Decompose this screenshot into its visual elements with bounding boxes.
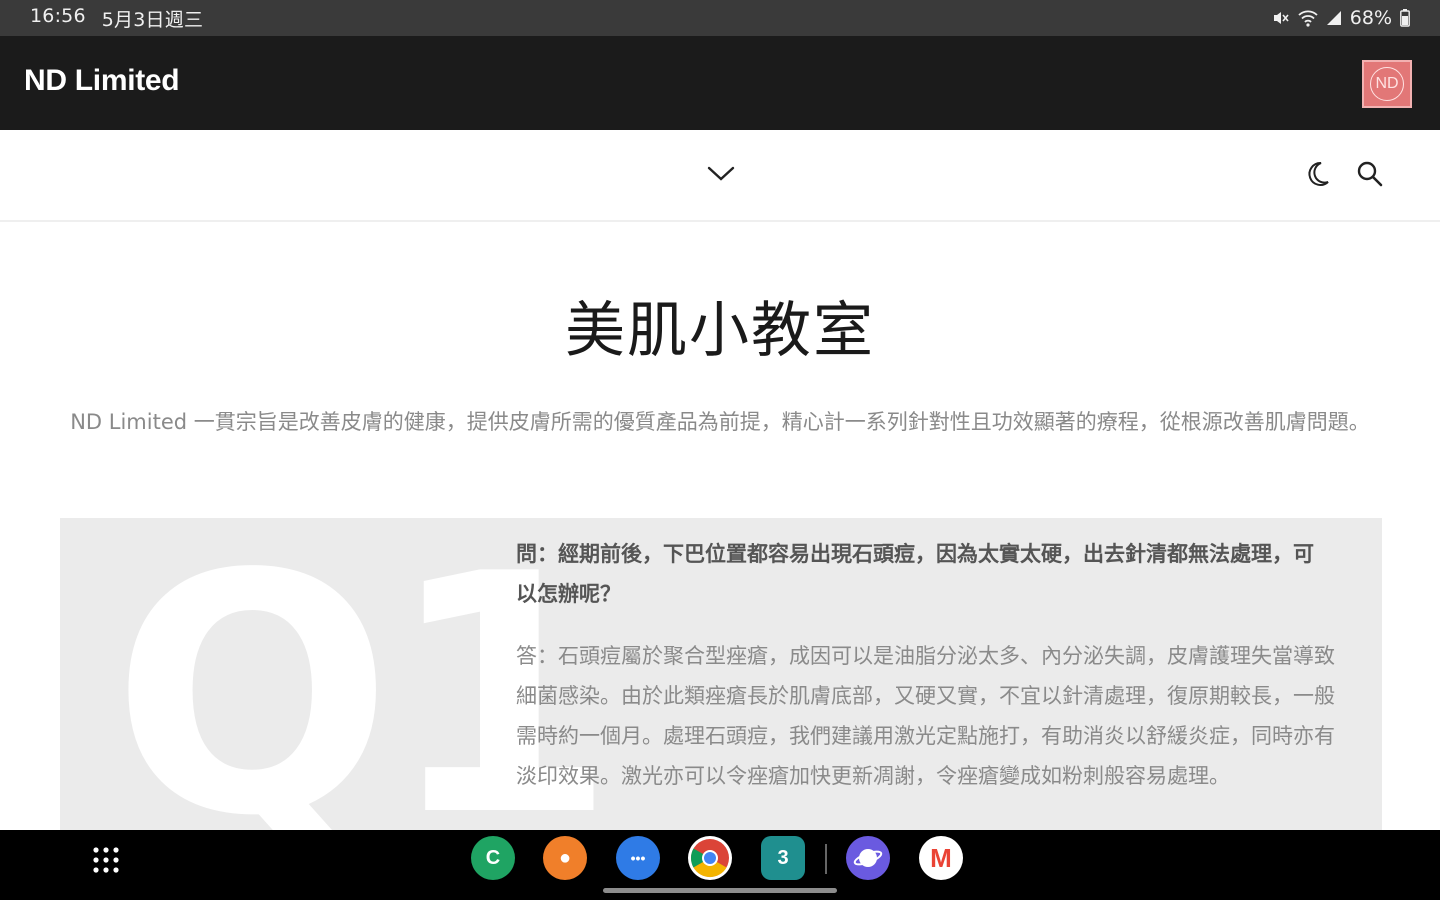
- avatar[interactable]: ND: [1362, 60, 1412, 108]
- signal-icon: [1326, 11, 1341, 25]
- qa-answer: 答：石頭痘屬於聚合型痤瘡，成因可以是油脂分泌太多、內分泌失調，皮膚護理失當導致細…: [516, 644, 1335, 788]
- gmail-app-icon[interactable]: M: [919, 836, 963, 880]
- chevron-down-icon[interactable]: [706, 162, 736, 184]
- internet-app-icon[interactable]: [846, 836, 890, 880]
- status-time: 16:56: [30, 4, 86, 27]
- status-date: 5月3日週三: [101, 8, 204, 31]
- battery-percent: 68%: [1349, 7, 1392, 29]
- qa-card: Q1 問：經期前後，下巴位置都容易出現石頭痘，因為太實太硬，出去針清都無法處理，…: [60, 518, 1382, 838]
- intro-text: ND Limited 一貫宗旨是改善皮膚的健康，提供皮膚所需的優質產品為前提，精…: [70, 410, 1370, 434]
- home-indicator[interactable]: [603, 888, 837, 893]
- mute-icon: [1273, 12, 1289, 24]
- taskbar: C ● ••• 3 M: [0, 830, 1440, 900]
- main-content: 美肌小教室 ND Limited 一貫宗旨是改善皮膚的健康，提供皮膚所需的優質產…: [0, 222, 1440, 838]
- site-nav: [0, 130, 1440, 222]
- wifi-icon: [1298, 10, 1318, 27]
- dock-separator: [825, 844, 827, 874]
- avatar-text: ND: [1370, 67, 1404, 101]
- phone-app-icon[interactable]: C: [471, 836, 515, 880]
- chrome-app-icon[interactable]: [688, 836, 732, 880]
- calendar-app-icon[interactable]: 3: [761, 836, 805, 880]
- app-drawer-icon[interactable]: [92, 846, 120, 874]
- status-bar: 16:56 5月3日週三 68%: [0, 0, 1440, 36]
- moon-icon[interactable]: [1304, 160, 1330, 188]
- page-title: 美肌小教室: [565, 296, 875, 366]
- app-bar: ND Limited ND: [0, 36, 1440, 130]
- qa-question: 問：經期前後，下巴位置都容易出現石頭痘，因為太實太硬，出去針清都無法處理，可以怎…: [516, 542, 1314, 606]
- messages-app-icon[interactable]: •••: [616, 836, 660, 880]
- contacts-app-icon[interactable]: ●: [543, 836, 587, 880]
- planet-icon: [853, 849, 883, 867]
- search-icon[interactable]: [1356, 160, 1384, 188]
- battery-icon: [1400, 9, 1410, 27]
- app-title: ND Limited: [24, 64, 180, 97]
- chrome-logo-icon: [690, 839, 729, 878]
